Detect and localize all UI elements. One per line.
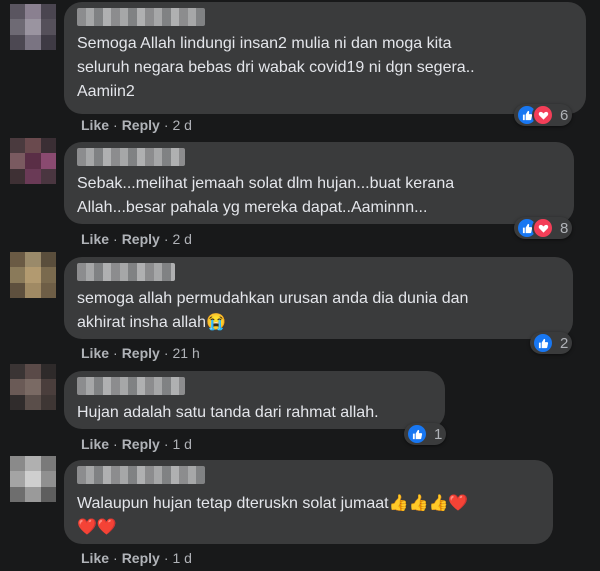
reaction-summary[interactable]: 1 [404,423,447,445]
like-button[interactable]: Like [81,345,109,361]
avatar[interactable] [10,456,56,502]
like-button[interactable]: Like [81,117,109,133]
separator: · [163,231,169,247]
reaction-count: 1 [434,425,443,443]
reply-button[interactable]: Reply [122,345,160,361]
commenter-name[interactable] [77,8,205,26]
timestamp[interactable]: 1 d [172,550,191,566]
comment-bubble: Sebak...melihat jemaah solat dlm hujan..… [64,142,574,224]
like-button[interactable]: Like [81,550,109,566]
comment-actions: Like · Reply · 2 d [81,117,192,133]
separator: · [113,231,118,247]
comment-text: Sebak...melihat jemaah solat dlm hujan..… [77,175,455,216]
commenter-name[interactable] [77,263,175,281]
thumbs-heart-emojis: 👍👍👍❤️ [388,495,469,512]
comment-text: Walaupun hujan tetap dteruskn solat juma… [77,492,540,540]
separator: · [163,550,169,566]
comment-bubble: semoga allah permudahkan urusan anda dia… [64,257,573,339]
comment-text: semoga allah permudahkan urusan anda dia… [77,287,560,335]
comment-text: Semoga Allah lindungi insan2 mulia ni da… [77,35,475,100]
comment-actions: Like · Reply · 21 h [81,345,200,361]
like-button[interactable]: Like [81,231,109,247]
comment-body: semoga allah permudahkan urusan anda dia… [77,290,469,331]
love-reaction-icon [532,104,554,126]
comment-actions: Like · Reply · 1 d [81,436,192,452]
like-reaction-icon [532,332,554,354]
commenter-name[interactable] [77,466,205,484]
reply-button[interactable]: Reply [122,117,160,133]
comment-actions: Like · Reply · 2 d [81,231,192,247]
avatar[interactable] [10,4,56,50]
separator: · [163,345,169,361]
comment-bubble: Hujan adalah satu tanda dari rahmat alla… [64,371,445,429]
like-button[interactable]: Like [81,436,109,452]
comment-text: Hujan adalah satu tanda dari rahmat alla… [77,404,379,421]
reaction-count: 6 [560,106,569,124]
reaction-summary[interactable]: 8 [514,217,573,239]
reply-button[interactable]: Reply [122,550,160,566]
separator: · [113,436,118,452]
separator: · [163,117,169,133]
avatar[interactable] [10,364,56,410]
commenter-name[interactable] [77,377,185,395]
reaction-count: 8 [560,219,569,237]
timestamp[interactable]: 21 h [172,345,199,361]
reaction-summary[interactable]: 6 [514,104,573,126]
timestamp[interactable]: 2 d [172,117,191,133]
separator: · [113,117,118,133]
reply-button[interactable]: Reply [122,231,160,247]
reaction-summary[interactable]: 2 [530,332,573,354]
love-reaction-icon [532,217,554,239]
reply-button[interactable]: Reply [122,436,160,452]
timestamp[interactable]: 1 d [172,436,191,452]
separator: · [113,550,118,566]
commenter-name[interactable] [77,148,185,166]
like-reaction-icon [406,423,428,445]
comment-bubble: Walaupun hujan tetap dteruskn solat juma… [64,460,553,544]
separator: · [163,436,169,452]
comment-body: Walaupun hujan tetap dteruskn solat juma… [77,495,389,512]
comment-actions: Like · Reply · 1 d [81,550,192,566]
heart-emojis: ❤️❤️ [77,519,117,536]
avatar[interactable] [10,252,56,298]
timestamp[interactable]: 2 d [172,231,191,247]
avatar[interactable] [10,138,56,184]
crying-emoji: 😭 [205,314,226,331]
reaction-count: 2 [560,334,569,352]
comment-bubble: Semoga Allah lindungi insan2 mulia ni da… [64,2,586,114]
separator: · [113,345,118,361]
